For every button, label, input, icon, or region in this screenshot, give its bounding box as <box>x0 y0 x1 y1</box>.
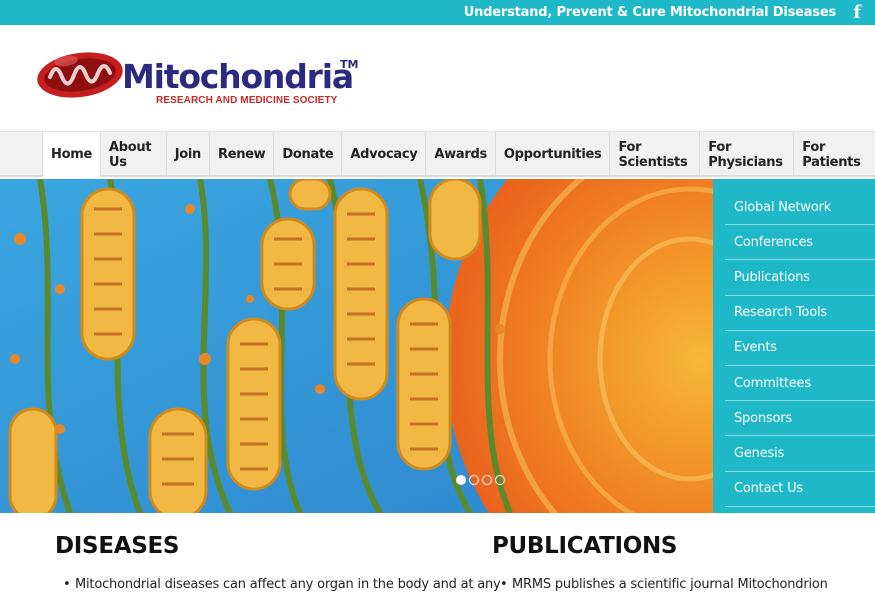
nav-item-for-physicians[interactable]: For Physicians <box>700 132 795 177</box>
nav-item-renew[interactable]: Renew <box>210 132 275 177</box>
nav-item-home[interactable]: Home <box>42 132 101 177</box>
slider-dot-3[interactable] <box>482 475 492 485</box>
side-item-global-network[interactable]: Global Network <box>725 190 875 226</box>
diseases-heading[interactable]: DISEASES <box>55 533 475 559</box>
facebook-icon[interactable]: f <box>853 3 861 23</box>
slider-dot-2[interactable] <box>469 475 479 485</box>
trademark: TM <box>340 58 359 71</box>
tagline: Understand, Prevent & Cure Mitochondrial… <box>463 5 836 20</box>
side-item-contact-us[interactable]: Contact Us <box>725 472 875 507</box>
side-item-research-tools[interactable]: Research Tools <box>725 296 875 331</box>
nav-item-awards[interactable]: Awards <box>426 132 496 177</box>
diseases-bullet: Mitochondrial diseases can affect any or… <box>63 577 501 592</box>
site-header: Mitochondria TM RESEARCH AND MEDICINE SO… <box>0 25 875 131</box>
side-item-committees[interactable]: Committees <box>725 366 875 402</box>
side-item-sponsors[interactable]: Sponsors <box>725 401 875 437</box>
publications-heading[interactable]: PUBLICATIONS <box>492 533 872 559</box>
diseases-section: DISEASES Mitochondrial diseases can affe… <box>55 533 501 592</box>
brand-subtitle: RESEARCH AND MEDICINE SOCIETY <box>156 95 338 106</box>
brand-name: Mitochondria <box>122 57 354 96</box>
main-content: DISEASES Mitochondrial diseases can affe… <box>0 513 875 600</box>
publications-bullet: MRMS publishes a scientific journal Mito… <box>500 577 872 592</box>
side-item-publications[interactable]: Publications <box>725 260 875 296</box>
hero-mitochondria-artwork <box>0 179 713 513</box>
hero-slider[interactable] <box>0 179 713 513</box>
nav-item-opportunities[interactable]: Opportunities <box>496 132 611 177</box>
side-item-genesis[interactable]: Genesis <box>725 436 875 472</box>
nav-item-advocacy[interactable]: Advocacy <box>342 132 427 177</box>
slider-dots <box>456 475 505 485</box>
side-item-conferences[interactable]: Conferences <box>725 225 875 261</box>
slider-dot-1[interactable] <box>456 475 466 485</box>
side-item-events[interactable]: Events <box>725 331 875 366</box>
top-bar: Understand, Prevent & Cure Mitochondrial… <box>0 0 875 25</box>
nav-item-for-scientists[interactable]: For Scientists <box>610 132 701 177</box>
slider-dot-4[interactable] <box>495 475 505 485</box>
mitochondria-logo-icon <box>37 52 123 98</box>
nav-item-for-patients[interactable]: For Patients <box>794 132 875 177</box>
site-logo[interactable]: Mitochondria TM RESEARCH AND MEDICINE SO… <box>36 47 366 117</box>
publications-section: PUBLICATIONS MRMS publishes a scientific… <box>492 533 872 592</box>
main-nav: Home About Us Join Renew Donate Advocacy… <box>0 131 875 177</box>
nav-item-about-us[interactable]: About Us <box>101 132 167 177</box>
side-menu: Global Network Conferences Publications … <box>713 179 875 513</box>
nav-item-donate[interactable]: Donate <box>274 132 343 177</box>
nav-item-join[interactable]: Join <box>167 132 210 177</box>
